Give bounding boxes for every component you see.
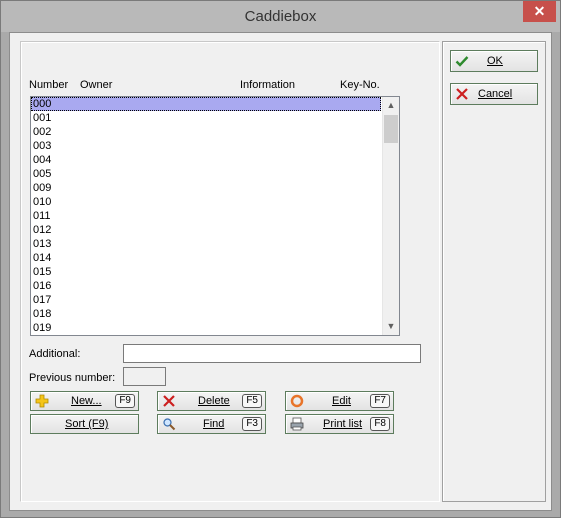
find-key-hint: F3 (242, 417, 262, 431)
list-item[interactable]: 016 (31, 279, 381, 293)
cancel-button-label: Cancel (478, 88, 513, 100)
scroll-up-icon[interactable]: ▲ (383, 97, 399, 114)
list-item[interactable]: 000 (31, 97, 381, 111)
print-list-key-hint: F8 (370, 417, 390, 431)
delete-button-label: Delete (198, 395, 230, 407)
title-bar[interactable]: Caddiebox ✕ (1, 1, 560, 32)
sort-button-label: Sort (F9) (65, 418, 109, 430)
list-item[interactable]: 014 (31, 251, 381, 265)
scrollbar-thumb[interactable] (384, 115, 398, 143)
list-item[interactable]: 011 (31, 209, 381, 223)
list-item[interactable]: 017 (31, 293, 381, 307)
additional-field[interactable] (123, 344, 421, 363)
delete-key-hint: F5 (242, 394, 262, 408)
magnifier-icon (163, 418, 176, 431)
edit-button[interactable]: Edit F7 (285, 391, 394, 411)
close-window-button[interactable]: ✕ (523, 1, 556, 22)
print-list-button[interactable]: Print list F8 (285, 414, 394, 434)
plus-icon (35, 394, 49, 408)
close-icon: ✕ (533, 3, 546, 19)
ok-button-label: OK (487, 55, 503, 67)
list-item[interactable]: 003 (31, 139, 381, 153)
caddiebox-window: Caddiebox ✕ Number Owner Information Key… (0, 0, 561, 518)
cancel-x-icon (456, 88, 468, 100)
list-item[interactable]: 009 (31, 181, 381, 195)
window-title: Caddiebox (244, 8, 317, 25)
sort-button[interactable]: Sort (F9) (30, 414, 139, 434)
list-item[interactable]: 004 (31, 153, 381, 167)
edit-ring-icon (290, 394, 304, 408)
list-item[interactable]: 019 (31, 321, 381, 335)
column-header-number: Number (29, 79, 69, 91)
delete-button[interactable]: Delete F5 (157, 391, 266, 411)
edit-key-hint: F7 (370, 394, 390, 408)
new-button[interactable]: New... F9 (30, 391, 139, 411)
new-key-hint: F9 (115, 394, 135, 408)
list-item[interactable]: 018 (31, 307, 381, 321)
ok-button[interactable]: OK (450, 50, 538, 72)
list-item[interactable]: 012 (31, 223, 381, 237)
column-header-key-no: Key-No. (340, 79, 380, 91)
column-header-information: Information (240, 79, 296, 91)
list-item[interactable]: 013 (31, 237, 381, 251)
additional-label: Additional: (29, 348, 81, 360)
list-scrollbar[interactable]: ▲ ▼ (382, 97, 399, 335)
list-item[interactable]: 005 (31, 167, 381, 181)
previous-number-label: Previous number: (29, 372, 116, 384)
delete-x-icon (163, 395, 175, 407)
column-header-owner: Owner (80, 79, 113, 91)
list-item[interactable]: 002 (31, 125, 381, 139)
scroll-down-icon[interactable]: ▼ (383, 318, 399, 335)
previous-number-field[interactable] (123, 367, 166, 386)
list-item[interactable]: 015 (31, 265, 381, 279)
list-item[interactable]: 010 (31, 195, 381, 209)
new-button-label: New... (71, 395, 102, 407)
cancel-button[interactable]: Cancel (450, 83, 538, 105)
caddiebox-list[interactable]: 000 001 002 003 004 005 009 010 011 012 013 014 015 0… (30, 96, 400, 336)
checkmark-icon (455, 56, 469, 67)
print-list-button-label: Print list (323, 418, 363, 430)
action-panel (442, 41, 546, 502)
list-item[interactable]: 001 (31, 111, 381, 125)
dialog-client-area: Number Owner Information Key-No. 000 001 0… (9, 32, 552, 511)
printer-icon (290, 417, 304, 431)
edit-button-label: Edit (332, 395, 351, 407)
find-button-label: Find (203, 418, 225, 430)
find-button[interactable]: Find F3 (157, 414, 266, 434)
